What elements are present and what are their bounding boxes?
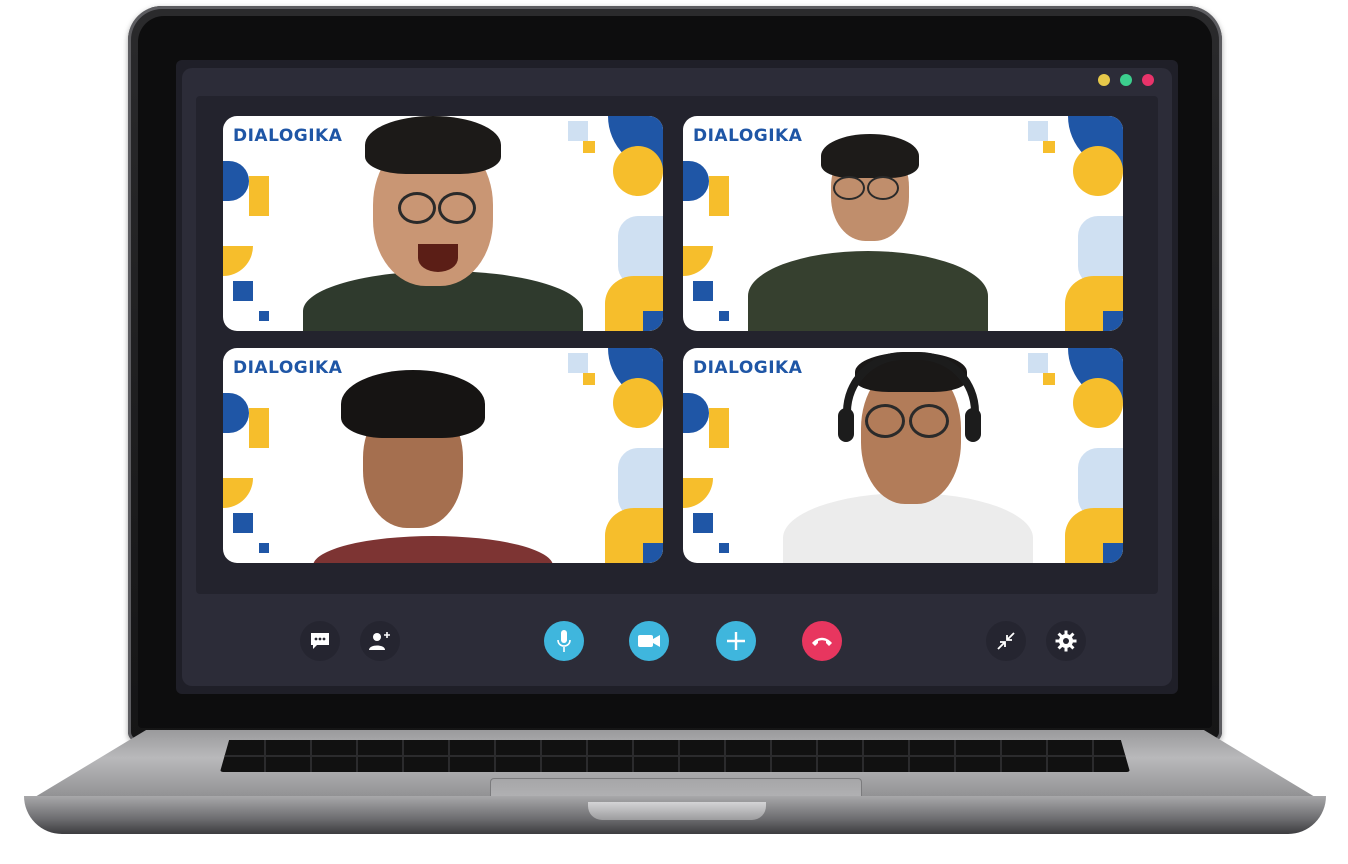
- video-camera-icon: [638, 635, 660, 647]
- end-call-icon: [812, 637, 832, 646]
- add-person-icon: [369, 632, 390, 650]
- settings-button[interactable]: [1046, 621, 1086, 661]
- chat-button[interactable]: [300, 621, 340, 661]
- participant-tile-4[interactable]: DIALOGIKA: [683, 348, 1123, 563]
- camera-button[interactable]: [629, 621, 669, 661]
- participant-tile-1[interactable]: DIALOGIKA: [223, 116, 663, 331]
- chat-icon: [311, 633, 329, 649]
- brand-logo: DIALOGIKA: [233, 358, 343, 378]
- exit-fullscreen-button[interactable]: [986, 621, 1026, 661]
- add-button[interactable]: [716, 621, 756, 661]
- end-call-button[interactable]: [802, 621, 842, 661]
- microphone-button[interactable]: [544, 621, 584, 661]
- participant-tile-2[interactable]: DIALOGIKA: [683, 116, 1123, 331]
- window-dot-minimize[interactable]: [1098, 74, 1110, 86]
- brand-logo: DIALOGIKA: [693, 126, 803, 146]
- window-controls: [1098, 74, 1154, 86]
- participant-tile-3[interactable]: DIALOGIKA: [223, 348, 663, 563]
- laptop-lid-notch: [588, 802, 766, 820]
- brand-logo: DIALOGIKA: [693, 358, 803, 378]
- window-dot-close[interactable]: [1142, 74, 1154, 86]
- brand-logo: DIALOGIKA: [233, 126, 343, 146]
- plus-icon: [727, 632, 745, 650]
- gear-icon: [1055, 630, 1077, 652]
- window-dot-maximize[interactable]: [1120, 74, 1132, 86]
- add-participant-button[interactable]: [360, 621, 400, 661]
- microphone-icon: [557, 630, 571, 652]
- minimize-icon: [997, 632, 1015, 650]
- laptop-keyboard: [220, 740, 1130, 772]
